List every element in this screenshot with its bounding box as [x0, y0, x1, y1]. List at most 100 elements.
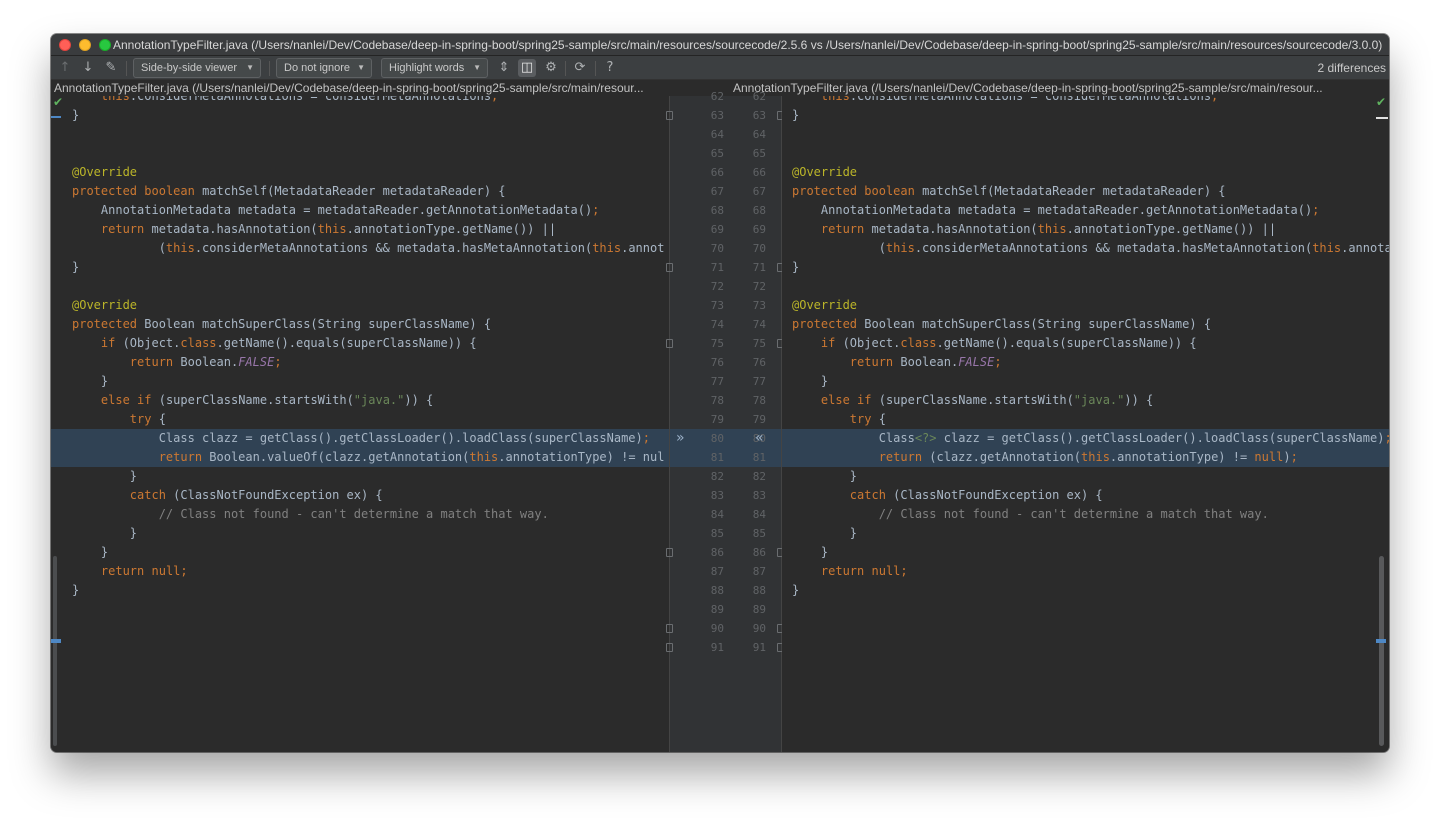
- code-line[interactable]: Class<?> clazz = getClass().getClassLoad…: [782, 429, 1389, 448]
- code-line[interactable]: // Class not found - can't determine a m…: [782, 505, 1389, 524]
- code-line[interactable]: }: [782, 543, 1389, 562]
- code-line-text: AnnotationMetadata metadata = metadataRe…: [792, 203, 1320, 217]
- close-window-button[interactable]: [59, 39, 71, 51]
- code-line[interactable]: }: [782, 524, 1389, 543]
- maximize-window-button[interactable]: [99, 39, 111, 51]
- apply-left-change-icon[interactable]: »: [676, 429, 685, 448]
- code-line[interactable]: AnnotationMetadata metadata = metadataRe…: [782, 201, 1389, 220]
- fold-marker-icon[interactable]: [666, 624, 673, 633]
- toolbar-separator: [595, 61, 596, 76]
- code-line[interactable]: [782, 619, 1389, 638]
- code-line[interactable]: }: [782, 581, 1389, 600]
- code-line[interactable]: return (clazz.getAnnotation(this.annotat…: [782, 448, 1389, 467]
- code-line[interactable]: return Boolean.FALSE;: [782, 353, 1389, 372]
- code-line[interactable]: }: [782, 258, 1389, 277]
- code-line[interactable]: catch (ClassNotFoundException ex) {: [51, 486, 669, 505]
- code-line[interactable]: [782, 277, 1389, 296]
- code-line[interactable]: [51, 125, 669, 144]
- code-line-text: protected Boolean matchSuperClass(String…: [792, 317, 1212, 331]
- code-line[interactable]: return Boolean.valueOf(clazz.getAnnotati…: [51, 448, 669, 467]
- code-line[interactable]: @Override: [51, 163, 669, 182]
- code-line[interactable]: [782, 144, 1389, 163]
- left-line-number: 63: [710, 109, 724, 122]
- right-editor[interactable]: } return null; } } // Class not found - …: [782, 96, 1389, 752]
- help-icon[interactable]: ?: [601, 59, 619, 77]
- code-line-text: else if (superClassName.startsWith("java…: [820, 393, 1154, 407]
- code-line[interactable]: }: [782, 106, 1389, 125]
- code-line[interactable]: protected Boolean matchSuperClass(String…: [782, 315, 1389, 334]
- code-line[interactable]: [51, 144, 669, 163]
- left-scrollbar-track[interactable]: [53, 556, 57, 746]
- fold-marker-icon[interactable]: [666, 643, 673, 652]
- code-line[interactable]: if (Object.class.getName().equals(superC…: [782, 334, 1389, 353]
- code-line[interactable]: catch (ClassNotFoundException ex) {: [782, 486, 1389, 505]
- collapse-unchanged-icon[interactable]: ⇕: [495, 59, 513, 77]
- synchronize-scrolling-icon[interactable]: ◫: [518, 59, 536, 77]
- code-line-text: protected boolean matchSelf(MetadataRead…: [72, 184, 506, 198]
- annotate-icon[interactable]: ⟳: [571, 59, 589, 77]
- code-line[interactable]: Class clazz = getClass().getClassLoader(…: [51, 429, 669, 448]
- code-line[interactable]: }: [51, 467, 669, 486]
- right-line-number: 70: [752, 242, 766, 255]
- code-line[interactable]: return null;: [782, 562, 1389, 581]
- code-line[interactable]: [51, 600, 669, 619]
- code-line[interactable]: [51, 619, 669, 638]
- code-line[interactable]: if (Object.class.getName().equals(superC…: [51, 334, 669, 353]
- previous-difference-icon[interactable]: ↑: [56, 59, 74, 77]
- code-line[interactable]: return Boolean.FALSE;: [51, 353, 669, 372]
- code-line[interactable]: @Override: [782, 296, 1389, 315]
- settings-gear-icon[interactable]: ⚙: [542, 59, 560, 77]
- code-line[interactable]: [51, 277, 669, 296]
- fold-marker-icon[interactable]: [666, 339, 673, 348]
- code-line-text: return metadata.hasAnnotation(this.annot…: [820, 222, 1277, 236]
- left-line-number: 62: [710, 90, 724, 103]
- highlight-mode-dropdown[interactable]: Highlight words ▼: [381, 58, 488, 78]
- code-line[interactable]: return metadata.hasAnnotation(this.annot…: [782, 220, 1389, 239]
- left-editor[interactable]: } return null; } } // Class not found - …: [51, 96, 669, 752]
- code-line[interactable]: [782, 638, 1389, 657]
- fold-marker-icon[interactable]: [666, 548, 673, 557]
- apply-right-change-icon[interactable]: «: [755, 429, 764, 448]
- code-line[interactable]: // Class not found - can't determine a m…: [51, 505, 669, 524]
- code-line[interactable]: @Override: [782, 163, 1389, 182]
- fold-marker-icon[interactable]: [666, 111, 673, 120]
- code-line[interactable]: @Override: [51, 296, 669, 315]
- code-line[interactable]: }: [782, 372, 1389, 391]
- left-line-number: 72: [710, 280, 724, 293]
- code-line[interactable]: protected boolean matchSelf(MetadataRead…: [51, 182, 669, 201]
- next-difference-icon[interactable]: ↓: [79, 59, 97, 77]
- viewer-mode-dropdown[interactable]: Side-by-side viewer ▼: [133, 58, 261, 78]
- left-line-number: 71: [710, 261, 724, 274]
- minimize-window-button[interactable]: [79, 39, 91, 51]
- code-line[interactable]: }: [51, 543, 669, 562]
- code-line-text: // Class not found - can't determine a m…: [878, 507, 1269, 521]
- code-line[interactable]: }: [782, 467, 1389, 486]
- code-line[interactable]: }: [51, 524, 669, 543]
- code-line[interactable]: [782, 125, 1389, 144]
- code-line[interactable]: try {: [51, 410, 669, 429]
- code-line[interactable]: return null;: [51, 562, 669, 581]
- code-line[interactable]: [782, 600, 1389, 619]
- fold-marker-icon[interactable]: [666, 263, 673, 272]
- code-line[interactable]: return metadata.hasAnnotation(this.annot…: [51, 220, 669, 239]
- code-line[interactable]: (this.considerMetaAnnotations && metadat…: [51, 239, 669, 258]
- code-line[interactable]: this.considerMetaAnnotations = considerM…: [51, 96, 669, 106]
- edit-source-icon[interactable]: ✎: [102, 59, 120, 77]
- code-line[interactable]: AnnotationMetadata metadata = metadataRe…: [51, 201, 669, 220]
- code-line[interactable]: else if (superClassName.startsWith("java…: [782, 391, 1389, 410]
- left-line-number: 89: [710, 603, 724, 616]
- code-line[interactable]: try {: [782, 410, 1389, 429]
- code-line[interactable]: protected boolean matchSelf(MetadataRead…: [782, 182, 1389, 201]
- code-line[interactable]: this.considerMetaAnnotations = considerM…: [782, 96, 1389, 106]
- code-line[interactable]: [51, 638, 669, 657]
- right-scrollbar-thumb[interactable]: [1379, 556, 1384, 746]
- code-line[interactable]: }: [51, 258, 669, 277]
- code-line-text: }: [792, 108, 800, 122]
- code-line[interactable]: }: [51, 581, 669, 600]
- code-line[interactable]: protected Boolean matchSuperClass(String…: [51, 315, 669, 334]
- code-line[interactable]: }: [51, 372, 669, 391]
- code-line[interactable]: else if (superClassName.startsWith("java…: [51, 391, 669, 410]
- code-line[interactable]: }: [51, 106, 669, 125]
- ignore-whitespace-dropdown[interactable]: Do not ignore ▼: [276, 58, 372, 78]
- code-line[interactable]: (this.considerMetaAnnotations && metadat…: [782, 239, 1389, 258]
